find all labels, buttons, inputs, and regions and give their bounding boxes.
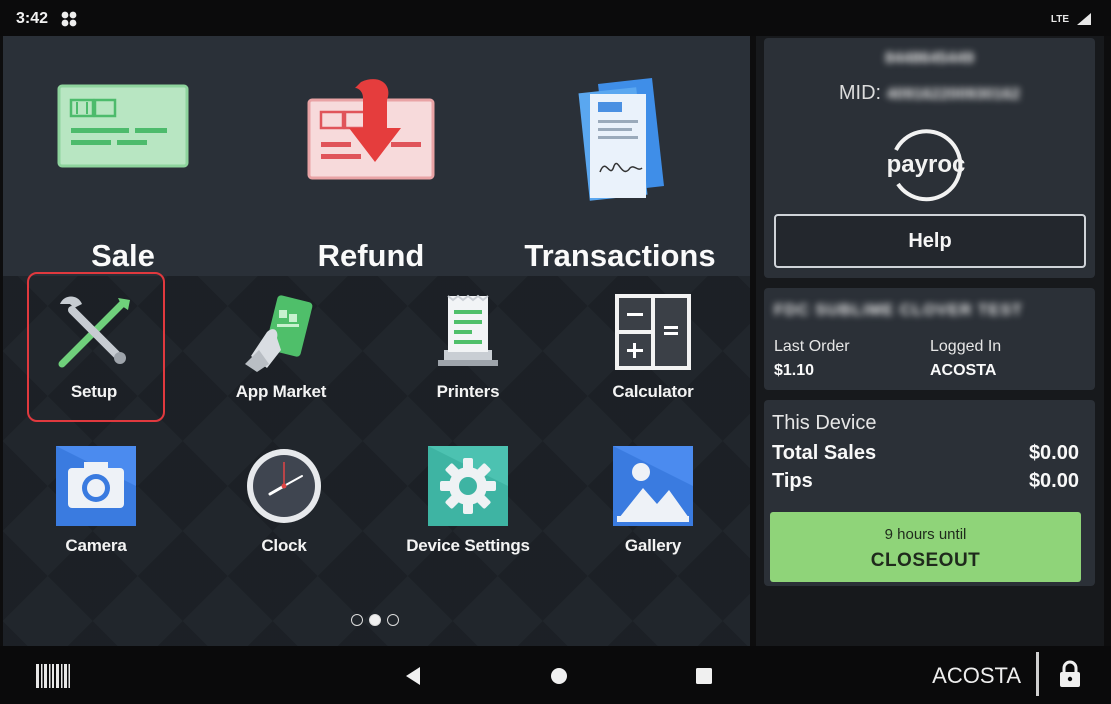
clock-label: Clock <box>261 536 307 555</box>
tips-label: Tips <box>772 470 813 492</box>
hand-phone-icon <box>245 295 313 372</box>
setup-label: Setup <box>70 382 118 401</box>
status-time: 3:42 <box>16 10 49 27</box>
image-icon <box>613 446 693 526</box>
setup-app[interactable]: Setup <box>9 292 179 422</box>
printers-label: Printers <box>436 382 500 401</box>
clover-status-icon <box>61 11 77 27</box>
total-sales-value: $0.00 <box>1028 442 1079 464</box>
current-user[interactable]: ACOSTA <box>932 663 1021 689</box>
app-market-app[interactable]: App Market <box>196 292 366 422</box>
closeout-label: CLOSEOUT <box>870 550 981 571</box>
last-order-value: $1.10 <box>774 362 815 379</box>
gallery-app[interactable]: Gallery <box>568 446 738 576</box>
closeout-countdown: 9 hours until <box>884 526 967 543</box>
device-card: This Device Total Sales $0.00 Tips $0.00… <box>764 400 1095 586</box>
clock-icon <box>247 449 321 523</box>
network-type: LTE <box>1050 14 1069 25</box>
refund-tile[interactable]: Refund <box>251 66 491 273</box>
receipt-stack-icon <box>578 78 664 201</box>
gear-icon <box>428 446 508 526</box>
page-dot-3[interactable] <box>387 614 399 626</box>
tips-value: $0.00 <box>1028 470 1079 492</box>
merchant-id: 8448645449 <box>885 50 974 67</box>
wrench-screwdriver-icon <box>58 296 130 368</box>
merchant-card: 8448645449 MID: 409162200930162 payroc H… <box>764 38 1095 278</box>
refund-card-icon <box>307 79 435 180</box>
transactions-tile[interactable]: Transactions <box>500 66 740 273</box>
order-card: FDC SUBLIME CLOVER TEST Last Order $1.10… <box>764 288 1095 390</box>
status-bar: 3:42 LTE <box>0 0 1111 36</box>
calculator-icon <box>615 294 691 370</box>
mid-value: 409162200930162 <box>886 86 1021 103</box>
sale-label: Sale <box>91 238 155 273</box>
printers-app[interactable]: Printers <box>383 292 553 422</box>
camera-app[interactable]: Camera <box>11 446 181 576</box>
refund-label: Refund <box>317 238 425 273</box>
barcode-icon[interactable] <box>36 664 70 688</box>
calculator-app[interactable]: Calculator <box>568 292 738 422</box>
lock-icon[interactable] <box>1058 660 1082 688</box>
page-dot-1[interactable] <box>351 614 363 626</box>
payroc-logo: payroc <box>887 129 966 202</box>
clock-app[interactable]: Clock <box>199 446 369 576</box>
nav-divider <box>1036 652 1039 696</box>
tips-row: Tips $0.00 <box>772 470 1079 493</box>
page-indicator[interactable] <box>351 614 411 628</box>
recents-icon[interactable] <box>690 662 718 690</box>
device-title: This Device <box>772 412 877 434</box>
payroc-logo-text: payroc <box>887 151 966 178</box>
sale-tile[interactable]: Sale <box>3 66 243 273</box>
camera-icon <box>56 446 136 526</box>
total-sales-row: Total Sales $0.00 <box>772 442 1079 465</box>
merchant-name: FDC SUBLIME CLOVER TEST <box>774 302 1023 319</box>
credit-card-icon <box>57 84 189 168</box>
mid-label: MID: <box>838 82 882 104</box>
app-market-label: App Market <box>235 382 327 401</box>
mid-row: MID: 409162200930162 <box>764 82 1095 105</box>
page-dot-2[interactable] <box>369 614 381 626</box>
gallery-label: Gallery <box>624 536 682 555</box>
camera-label: Camera <box>65 536 127 555</box>
printer-icon <box>438 294 498 366</box>
right-panel: 8448645449 MID: 409162200930162 payroc H… <box>756 36 1104 646</box>
back-icon[interactable] <box>400 662 428 690</box>
total-sales-label: Total Sales <box>772 442 877 464</box>
home-icon[interactable] <box>545 662 573 690</box>
help-button[interactable]: Help <box>774 214 1086 268</box>
navigation-bar: ACOSTA <box>0 646 1111 704</box>
device-settings-app[interactable]: Device Settings <box>383 446 553 576</box>
transactions-label: Transactions <box>524 238 716 273</box>
app-launcher: Sale Refund Transactions Setup App Marke… <box>3 36 750 646</box>
logged-in-value: ACOSTA <box>930 362 997 379</box>
device-settings-label: Device Settings <box>406 536 530 555</box>
calculator-label: Calculator <box>612 382 694 401</box>
signal-icon <box>1077 13 1091 25</box>
closeout-button[interactable]: 9 hours until CLOSEOUT <box>770 512 1081 582</box>
last-order-label: Last Order <box>774 338 850 355</box>
logged-in-label: Logged In <box>930 338 1002 355</box>
